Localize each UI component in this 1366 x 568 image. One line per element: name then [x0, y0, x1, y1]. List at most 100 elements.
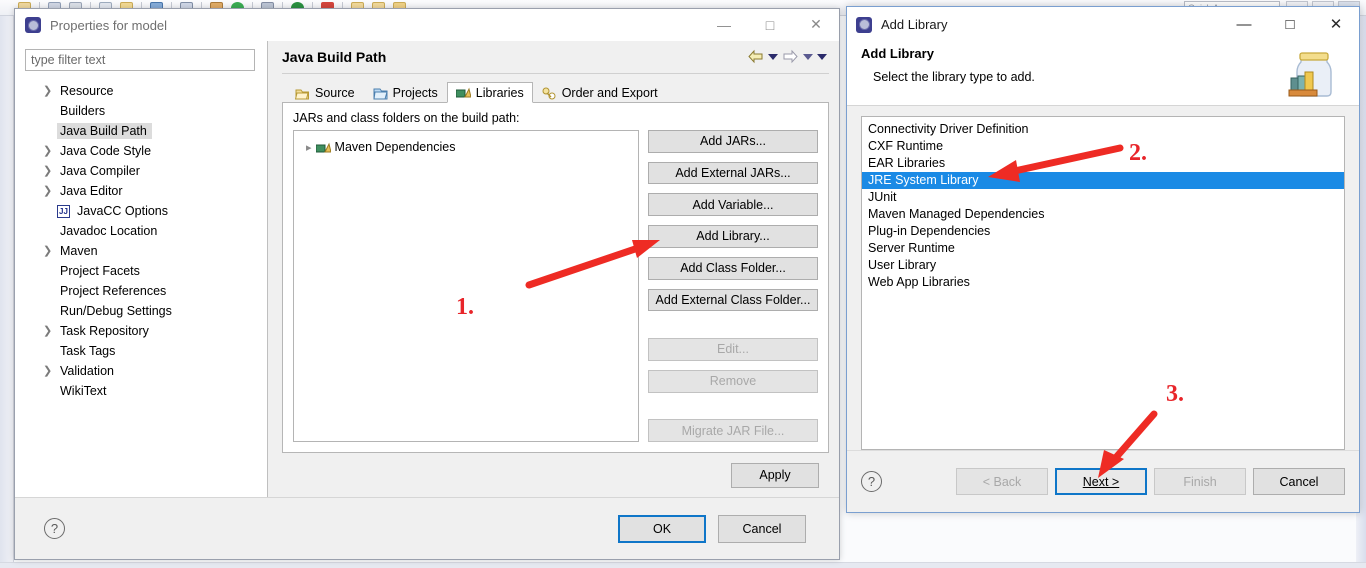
minimize-icon[interactable]: —: [701, 9, 747, 40]
library-list-item[interactable]: Connectivity Driver Definition: [862, 121, 1344, 138]
sidebar-item-label: Javadoc Location: [60, 224, 158, 238]
sidebar-item-wikitext[interactable]: WikiText: [15, 381, 267, 401]
chevron-right-icon[interactable]: ❯: [43, 85, 52, 96]
page-content: Source Projects Libraries Order and Export …: [282, 73, 829, 497]
forward-dropdown-icon[interactable]: [803, 53, 813, 60]
sidebar-item-label: Task Tags: [60, 344, 116, 358]
sidebar-item-task-repository[interactable]: ❯ Task Repository: [15, 321, 267, 341]
add-library-dialog-title: Add Library: [881, 17, 948, 32]
library-list-item[interactable]: Web App Libraries: [862, 274, 1344, 291]
tab-order-and-export[interactable]: Order and Export: [533, 82, 667, 103]
left-view-strip: [0, 16, 14, 568]
tab-source[interactable]: Source: [286, 82, 364, 103]
cancel-button[interactable]: Cancel: [718, 514, 806, 543]
ok-button[interactable]: OK: [618, 514, 706, 543]
sidebar-item-task-tags[interactable]: Task Tags: [15, 341, 267, 361]
library-list-item[interactable]: EAR Libraries: [862, 155, 1344, 172]
build-path-entries-tree[interactable]: ▸ Maven Dependencies: [293, 130, 639, 442]
library-type-list[interactable]: Connectivity Driver Definition CXF Runtim…: [861, 116, 1345, 450]
sidebar-item-label: Resource: [60, 84, 114, 98]
chevron-right-icon[interactable]: ❯: [43, 325, 52, 336]
chevron-right-icon[interactable]: ▸: [306, 141, 312, 154]
library-list-item[interactable]: Maven Managed Dependencies: [862, 206, 1344, 223]
library-list-item[interactable]: Plug-in Dependencies: [862, 223, 1344, 240]
back-button[interactable]: < Back: [956, 468, 1048, 495]
sidebar-item-label: Java Code Style: [60, 144, 152, 158]
eclipse-gear-icon: [25, 17, 41, 33]
chevron-right-icon[interactable]: ❯: [43, 185, 52, 196]
minimize-icon[interactable]: —: [1221, 7, 1267, 41]
finish-button[interactable]: Finish: [1154, 468, 1246, 495]
maximize-icon[interactable]: □: [1267, 7, 1313, 41]
chevron-right-icon[interactable]: ❯: [43, 165, 52, 176]
source-folder-icon: [294, 87, 310, 100]
sidebar-item-maven[interactable]: ❯ Maven: [15, 241, 267, 261]
library-list-item[interactable]: JUnit: [862, 189, 1344, 206]
sidebar-item-validation[interactable]: ❯ Validation: [15, 361, 267, 381]
properties-titlebar[interactable]: Properties for model — □ ✕: [15, 9, 839, 41]
filter-input[interactable]: [25, 49, 255, 71]
tab-projects[interactable]: Projects: [364, 82, 447, 103]
add-jars-button[interactable]: Add JARs...: [648, 130, 818, 153]
sidebar-item-run-debug-settings[interactable]: Run/Debug Settings: [15, 301, 267, 321]
javacc-icon: JJ: [57, 204, 70, 218]
next-button-label: Next >: [1082, 474, 1120, 489]
chevron-right-icon[interactable]: ❯: [43, 365, 52, 376]
properties-dialog: Properties for model — □ ✕ ❯ Resource Buil…: [14, 8, 840, 560]
back-dropdown-icon[interactable]: [768, 53, 778, 60]
footer-buttons: OK Cancel: [618, 514, 806, 543]
view-menu-icon[interactable]: [817, 53, 827, 60]
close-icon[interactable]: ✕: [793, 9, 839, 40]
sidebar-item-javacc-options[interactable]: JJ JavaCC Options: [15, 201, 267, 221]
add-external-class-folder-button[interactable]: Add External Class Folder...: [648, 288, 818, 312]
build-path-button-column: Add JARs... Add External JARs... Add Varia…: [648, 130, 818, 443]
chevron-right-icon[interactable]: ❯: [43, 145, 52, 156]
wizard-buttons: < Back Next > Finish Cancel: [956, 468, 1345, 495]
sidebar-item-java-compiler[interactable]: ❯ Java Compiler: [15, 161, 267, 181]
library-list-item[interactable]: CXF Runtime: [862, 138, 1344, 155]
forward-arrow-icon[interactable]: [782, 49, 799, 64]
sidebar-item-java-editor[interactable]: ❯ Java Editor: [15, 181, 267, 201]
properties-dialog-title: Properties for model: [50, 17, 168, 33]
add-class-folder-button[interactable]: Add Class Folder...: [648, 256, 818, 280]
add-external-jars-button[interactable]: Add External JARs...: [648, 161, 818, 185]
back-arrow-icon[interactable]: [747, 49, 764, 64]
remove-button[interactable]: Remove: [648, 369, 818, 393]
sidebar-item-resource[interactable]: ❯ Resource: [15, 81, 267, 101]
sidebar-item-builders[interactable]: Builders: [15, 101, 267, 121]
tree-row-maven-dependencies[interactable]: ▸ Maven Dependencies: [294, 137, 638, 157]
close-icon[interactable]: ✕: [1313, 7, 1359, 41]
help-icon[interactable]: ?: [44, 518, 65, 539]
sidebar-item-java-build-path[interactable]: Java Build Path: [15, 121, 267, 141]
library-list-item[interactable]: JRE System Library: [862, 172, 1344, 189]
tab-label: Libraries: [475, 85, 524, 100]
cancel-button[interactable]: Cancel: [1253, 468, 1345, 495]
properties-main-pane: Java Build Path Source Projects Libraries O…: [268, 41, 839, 497]
libraries-icon: [315, 142, 331, 152]
help-icon[interactable]: ?: [861, 471, 882, 492]
apply-row: Apply: [282, 453, 829, 497]
library-list-item[interactable]: Server Runtime: [862, 240, 1344, 257]
sidebar-item-project-references[interactable]: Project References: [15, 281, 267, 301]
library-list-item[interactable]: User Library: [862, 257, 1344, 274]
apply-button[interactable]: Apply: [731, 462, 819, 488]
sidebar-item-javadoc-location[interactable]: Javadoc Location: [15, 221, 267, 241]
page-header: Java Build Path: [268, 41, 839, 73]
tab-label: Source: [315, 86, 355, 100]
sidebar-item-project-facets[interactable]: Project Facets: [15, 261, 267, 281]
sidebar-item-label: Java Compiler: [60, 164, 140, 178]
add-library-titlebar[interactable]: Add Library — □ ✕: [847, 7, 1359, 42]
add-variable-button[interactable]: Add Variable...: [648, 193, 818, 217]
preference-tree[interactable]: ❯ Resource Builders Java Build Path ❯ Java Co…: [15, 79, 267, 497]
chevron-right-icon[interactable]: ❯: [43, 245, 52, 256]
sidebar-item-java-code-style[interactable]: ❯ Java Code Style: [15, 141, 267, 161]
properties-sidebar: ❯ Resource Builders Java Build Path ❯ Java Co…: [15, 41, 268, 497]
sidebar-item-label: Java Build Path: [57, 123, 152, 139]
tab-libraries[interactable]: Libraries: [446, 82, 533, 103]
add-library-button[interactable]: Add Library...: [648, 225, 818, 248]
order-export-icon: [542, 87, 557, 100]
next-button[interactable]: Next >: [1055, 468, 1147, 495]
edit-button[interactable]: Edit...: [648, 338, 818, 361]
maximize-icon[interactable]: □: [747, 9, 793, 40]
migrate-jar-file-button[interactable]: Migrate JAR File...: [648, 419, 818, 443]
